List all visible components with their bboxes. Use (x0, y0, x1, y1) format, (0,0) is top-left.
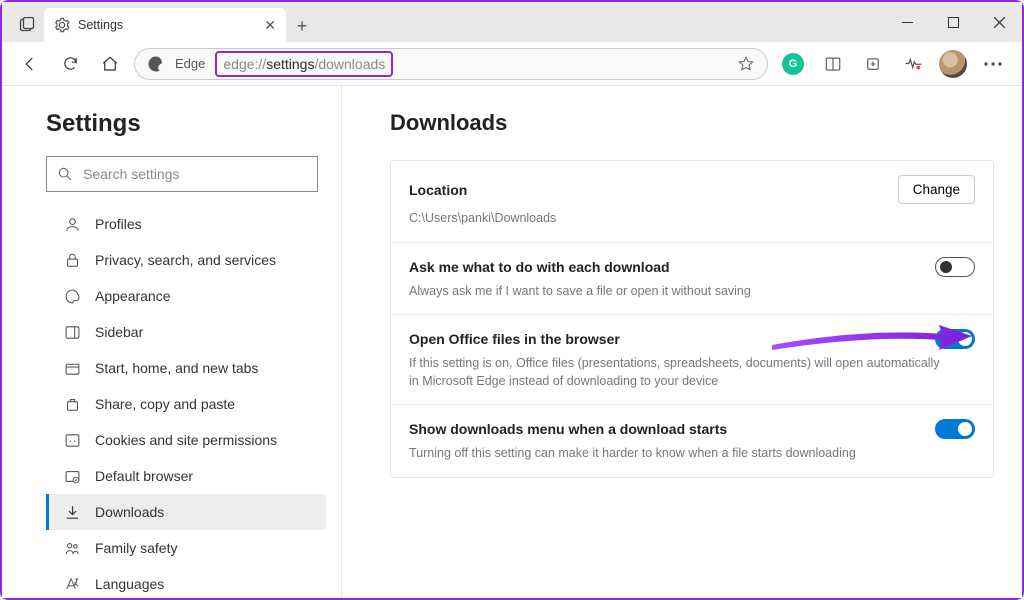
location-row: Location Change C:\Users\panki\Downloads (391, 161, 993, 243)
office-toggle[interactable] (935, 329, 975, 349)
sidebar-item-share[interactable]: Share, copy and paste (46, 386, 326, 422)
cookies-icon (63, 431, 81, 449)
nav-label: Sidebar (95, 324, 143, 340)
sidebar-item-default-browser[interactable]: Default browser (46, 458, 326, 494)
page-heading: Downloads (390, 110, 994, 136)
sidebar-item-privacy[interactable]: Privacy, search, and services (46, 242, 326, 278)
nav-label: Family safety (95, 540, 177, 556)
tabs-icon (63, 359, 81, 377)
nav-label: Share, copy and paste (95, 396, 235, 412)
search-settings-box[interactable] (46, 156, 318, 192)
sidebar-title: Settings (46, 110, 341, 138)
home-button[interactable] (94, 48, 126, 80)
toolbar: Edge edge://settings/downloads G (2, 42, 1022, 86)
sidebar-item-appearance[interactable]: Appearance (46, 278, 326, 314)
sidebar-item-family[interactable]: Family safety (46, 530, 326, 566)
main-panel: Downloads Location Change C:\Users\panki… (342, 86, 1022, 598)
minimize-button[interactable] (884, 2, 930, 42)
download-icon (63, 503, 81, 521)
back-button[interactable] (14, 48, 46, 80)
grammarly-icon[interactable]: G (776, 47, 810, 81)
nav-label: Profiles (95, 216, 142, 232)
office-row: Open Office files in the browser If this… (391, 315, 993, 405)
share-icon (63, 395, 81, 413)
sidebar-item-start[interactable]: Start, home, and new tabs (46, 350, 326, 386)
nav-label: Default browser (95, 468, 193, 484)
office-desc: If this setting is on, Office files (pre… (409, 355, 949, 390)
menu-row: Show downloads menu when a download star… (391, 405, 993, 477)
location-title: Location (409, 182, 467, 198)
nav-label: Privacy, search, and services (95, 252, 276, 268)
menu-desc: Turning off this setting can make it har… (409, 445, 949, 463)
ask-row: Ask me what to do with each download Alw… (391, 243, 993, 316)
sidebar-icon (63, 323, 81, 341)
nav-label: Languages (95, 576, 164, 592)
language-icon (63, 575, 81, 593)
more-menu-icon[interactable] (976, 47, 1010, 81)
split-screen-icon[interactable] (816, 47, 850, 81)
appearance-icon (63, 287, 81, 305)
sidebar-item-languages[interactable]: Languages (46, 566, 326, 598)
sidebar-item-downloads[interactable]: Downloads (46, 494, 326, 530)
family-icon (63, 539, 81, 557)
lock-icon (63, 251, 81, 269)
search-input[interactable] (83, 166, 307, 182)
refresh-button[interactable] (54, 48, 86, 80)
nav-label: Cookies and site permissions (95, 432, 277, 448)
url-text-highlighted: edge://settings/downloads (215, 51, 393, 77)
menu-title: Show downloads menu when a download star… (409, 421, 727, 437)
gear-icon (54, 17, 70, 33)
browser-tab[interactable]: Settings ✕ (44, 8, 286, 42)
menu-toggle[interactable] (935, 419, 975, 439)
health-icon[interactable] (896, 47, 930, 81)
profile-avatar[interactable] (936, 47, 970, 81)
edge-logo-icon (147, 55, 165, 73)
collections-icon[interactable] (856, 47, 890, 81)
nav-label: Start, home, and new tabs (95, 360, 258, 376)
ask-desc: Always ask me if I want to save a file o… (409, 283, 949, 301)
favorite-star-icon[interactable] (737, 55, 755, 73)
new-tab-button[interactable]: + (286, 10, 318, 42)
address-bar[interactable]: Edge edge://settings/downloads (134, 48, 768, 80)
nav-label: Appearance (95, 288, 171, 304)
address-brand-label: Edge (175, 56, 205, 71)
settings-sidebar: Settings Profiles Privacy, search, and s… (2, 86, 342, 598)
tab-title: Settings (78, 18, 123, 32)
sidebar-item-profiles[interactable]: Profiles (46, 206, 326, 242)
search-icon (57, 166, 73, 182)
profile-icon (63, 215, 81, 233)
tab-actions-icon[interactable] (10, 8, 44, 42)
settings-card: Location Change C:\Users\panki\Downloads… (390, 160, 994, 478)
close-tab-icon[interactable]: ✕ (264, 17, 276, 34)
sidebar-item-sidebar[interactable]: Sidebar (46, 314, 326, 350)
location-path: C:\Users\panki\Downloads (409, 210, 949, 228)
nav-label: Downloads (95, 504, 164, 520)
browser-icon (63, 467, 81, 485)
maximize-button[interactable] (930, 2, 976, 42)
change-location-button[interactable]: Change (898, 175, 975, 204)
ask-toggle[interactable] (935, 257, 975, 277)
window-close-button[interactable] (976, 2, 1022, 42)
office-title: Open Office files in the browser (409, 331, 620, 347)
window-controls (884, 2, 1022, 42)
ask-title: Ask me what to do with each download (409, 259, 670, 275)
sidebar-item-cookies[interactable]: Cookies and site permissions (46, 422, 326, 458)
titlebar: Settings ✕ + (2, 2, 1022, 42)
